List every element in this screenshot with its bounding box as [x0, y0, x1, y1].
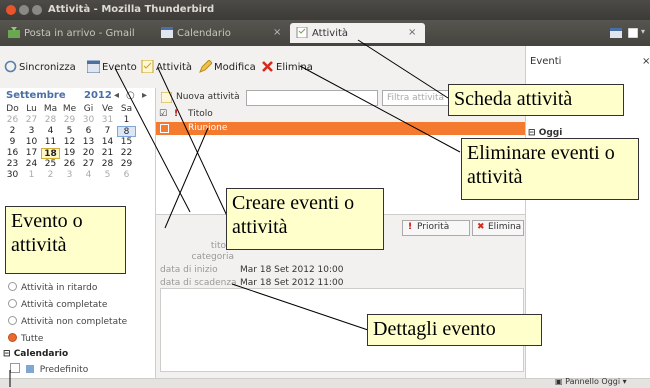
callout-task-tab: Scheda attività [448, 84, 624, 116]
callout-event-task: Evento o attività [5, 206, 126, 274]
callout-details: Dettagli evento [367, 314, 542, 346]
callout-delete: Eliminare eventi o attività [461, 138, 639, 200]
callout-create: Creare eventi o attività [226, 188, 384, 250]
